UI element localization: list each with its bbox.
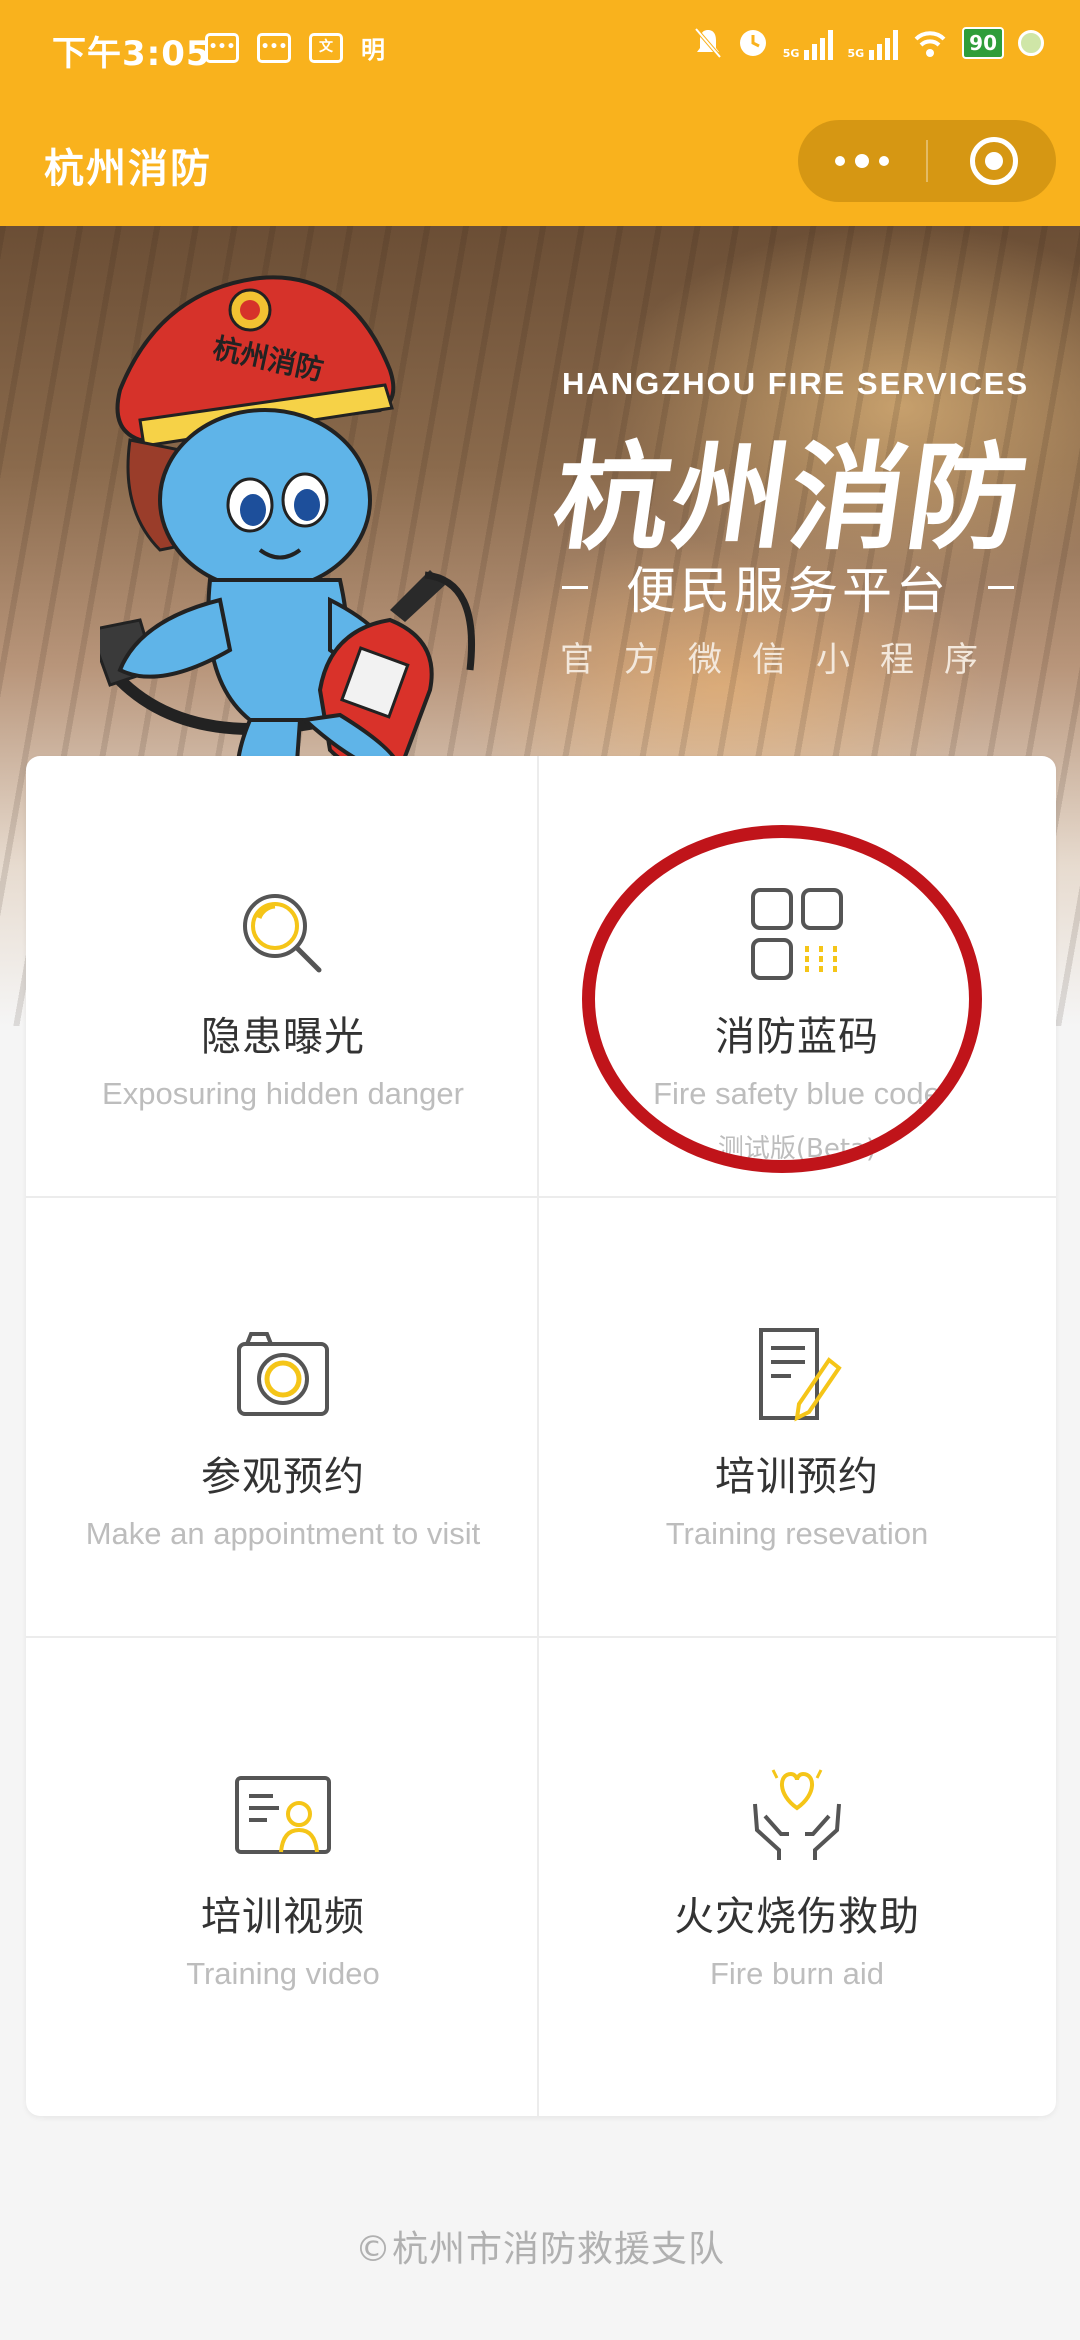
leaf-icon (1018, 30, 1044, 56)
grid-item-subtitle: Training video (186, 1956, 380, 1991)
wifi-icon (914, 31, 946, 57)
id-card-icon (235, 1776, 331, 1854)
message-icon: ••• (257, 32, 291, 63)
service-grid: 隐患曝光 Exposuring hidden danger 消防蓝码 Fire … (26, 756, 1056, 2116)
battery-icon: 90 (962, 27, 1004, 59)
status-text: 明 (361, 36, 385, 64)
hands-heart-icon (753, 1769, 841, 1860)
notification-icons: ••• ••• 文 明 (205, 30, 385, 65)
status-time: 下午3:05 (52, 34, 211, 74)
capsule-divider (926, 140, 928, 182)
grid-item-training-reservation[interactable]: 培训预约 Training resevation (540, 1196, 1054, 1636)
grid-item-training-video[interactable]: 培训视频 Training video (26, 1636, 540, 2076)
grid-item-title: 培训视频 (201, 1894, 365, 1940)
grid-item-hidden-danger[interactable]: 隐患曝光 Exposuring hidden danger (26, 756, 540, 1196)
banner-chinese-title: 杭州消防 (545, 430, 1037, 566)
banner-english-title: HANGZHOU FIRE SERVICES (562, 366, 1030, 401)
mini-program-screen: 下午3:05 ••• ••• 文 明 5G 5G 90 杭州消防 杭州消防 HA… (0, 0, 1080, 2340)
grid-item-subtitle: Make an appointment to visit (85, 1516, 481, 1551)
dash-decoration (988, 585, 1014, 589)
beta-label: 测试版(Beta) (717, 1134, 877, 1164)
grid-item-subtitle: Fire burn aid (709, 1956, 885, 1991)
grid-item-subtitle: Fire safety blue code (653, 1076, 941, 1111)
grid-item-title: 参观预约 (201, 1454, 365, 1500)
qr-code-icon (751, 888, 843, 980)
camera-icon (237, 1332, 329, 1416)
dash-decoration (562, 585, 588, 589)
banner-subtitle-text: 便民服务平台 (626, 562, 950, 620)
more-dots-icon[interactable] (798, 120, 926, 202)
signal-icon: 5G (783, 26, 834, 60)
grid-item-title: 培训预约 (715, 1454, 879, 1500)
mute-icon (694, 27, 722, 59)
page-title: 杭州消防 (44, 146, 212, 192)
capsule-menu (798, 120, 1056, 202)
footer-copyright: ©杭州市消防救援支队 (354, 2229, 725, 2270)
magnifier-icon (243, 894, 322, 973)
grid-item-subtitle: Training resevation (665, 1516, 929, 1551)
close-miniprogram-icon[interactable] (970, 137, 1018, 185)
grid-item-burn-aid[interactable]: 火灾烧伤救助 Fire burn aid (540, 1636, 1054, 2076)
grid-item-visit-appointment[interactable]: 参观预约 Make an appointment to visit (26, 1196, 540, 1636)
document-pen-icon (759, 1328, 842, 1422)
translate-icon: 文 (309, 32, 343, 63)
grid-item-title: 隐患曝光 (201, 1014, 365, 1060)
banner-subtitle: 便民服务平台 (562, 551, 1014, 623)
nav-bar: 杭州消防 (0, 98, 1080, 226)
signal-icon: 5G (847, 26, 899, 60)
grid-item-title: 消防蓝码 (715, 1014, 879, 1060)
grid-item-subtitle: Exposuring hidden danger (102, 1076, 464, 1111)
grid-item-title: 火灾烧伤救助 (674, 1894, 920, 1940)
banner-tagline: 官方微信小程序 (560, 640, 1008, 680)
alarm-icon (739, 30, 766, 56)
system-icons: 5G 5G 90 (693, 26, 1044, 60)
grid-item-blue-code[interactable]: 消防蓝码 Fire safety blue code 测试版(Beta) (540, 756, 1054, 1196)
status-bar: 下午3:05 ••• ••• 文 明 5G 5G 90 (0, 0, 1080, 98)
message-icon: ••• (205, 32, 239, 63)
